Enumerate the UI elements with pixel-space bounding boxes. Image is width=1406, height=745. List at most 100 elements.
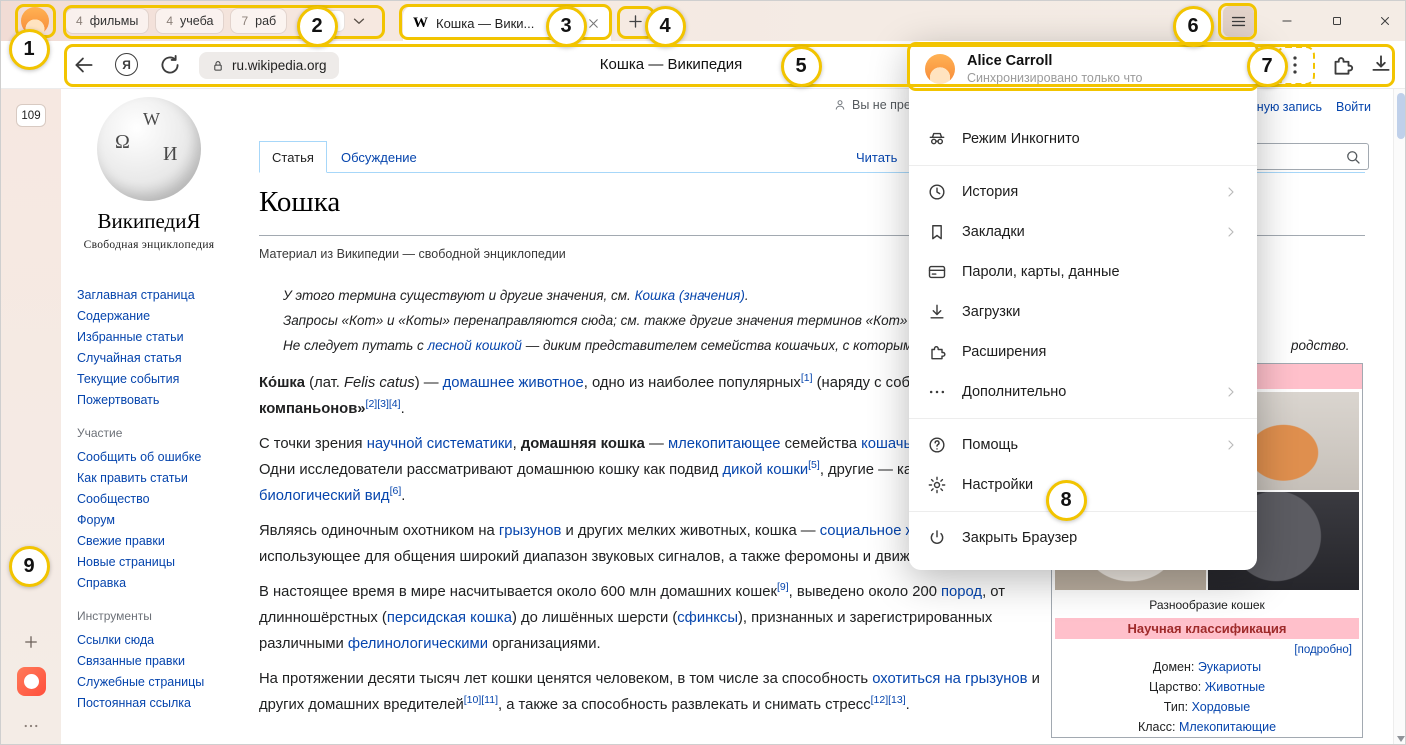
wiki-link[interactable]: грызунов <box>499 523 562 539</box>
wiki-nav-link[interactable]: Заглавная страница <box>77 285 249 306</box>
text-segment: ) до лишённых шерсти ( <box>512 610 677 626</box>
wiki-nav-link[interactable]: Постоянная ссылка <box>77 693 249 714</box>
maximize-button[interactable] <box>1323 7 1351 35</box>
login-link[interactable]: Войти <box>1336 100 1371 114</box>
new-tab-button[interactable] <box>626 12 645 31</box>
text-segment: , выведено около 200 <box>789 584 941 600</box>
wiki-nav-link[interactable]: Сообщество <box>77 489 249 510</box>
ref-link[interactable]: [5] <box>808 459 820 471</box>
profile-avatar[interactable] <box>21 7 49 35</box>
ref-link[interactable]: [6] <box>390 485 402 497</box>
wiki-nav-link[interactable]: Свежие правки <box>77 531 249 552</box>
menu-item-passwords[interactable]: Пароли, карты, данные <box>909 252 1257 292</box>
extensions-icon[interactable] <box>1329 52 1355 78</box>
wiki-link[interactable]: лесной кошкой <box>428 338 522 353</box>
details-link[interactable]: [подробно] <box>1052 641 1362 657</box>
wiki-link[interactable]: Кошка (значения) <box>635 288 745 303</box>
taxonomy-value-link[interactable]: Хордовые <box>1192 700 1251 714</box>
wiki-link[interactable]: научной систематики <box>367 436 513 452</box>
minimize-button[interactable] <box>1273 7 1301 35</box>
ref-link[interactable]: [12][13] <box>871 694 906 706</box>
browser-menu-button[interactable] <box>1223 6 1254 37</box>
wiki-link[interactable]: млекопитающее <box>668 436 781 452</box>
page-scrollbar[interactable] <box>1393 89 1406 745</box>
wiki-link[interactable]: домашнее животное <box>443 375 584 391</box>
ref-link[interactable]: [10][11] <box>464 694 498 706</box>
wiki-nav-link[interactable]: Новые страницы <box>77 552 249 573</box>
taxonomy-value-link[interactable]: Эукариоты <box>1198 660 1261 674</box>
taxonomy-row: Домен: Эукариоты <box>1052 657 1362 677</box>
downloads-icon <box>927 302 947 322</box>
wikipedia-logo[interactable]: Ω W И <box>97 97 201 201</box>
tab-group-chip[interactable]: 7раб <box>230 8 287 34</box>
wiki-nav-link[interactable]: Форум <box>77 510 249 531</box>
menu-item-more[interactable]: Дополнительно <box>909 372 1257 412</box>
power-icon <box>927 528 947 548</box>
ref-link[interactable]: [1] <box>801 372 813 384</box>
wiki-nav-link[interactable]: Сообщить об ошибке <box>77 447 249 468</box>
menu-item-incognito[interactable]: Режим Инкогнито <box>909 119 1257 159</box>
browser-window: 4фильмы4учеба7раб 1 W Кошка — Вики... Я <box>0 0 1406 745</box>
wiki-nav-link[interactable]: Как править статьи <box>77 468 249 489</box>
taxonomy-row: Класс: Млекопитающие <box>1052 717 1362 737</box>
wiki-link[interactable]: охотиться на грызунов <box>872 671 1027 687</box>
scrollbar-thumb[interactable] <box>1397 93 1405 139</box>
passwords-icon <box>927 262 947 282</box>
wiki-nav-link[interactable]: Случайная статья <box>77 348 249 369</box>
menu-divider <box>909 418 1257 419</box>
menu-item-settings[interactable]: Настройки <box>909 465 1257 505</box>
wiki-link[interactable]: пород <box>941 584 982 600</box>
downloads-button[interactable] <box>1368 52 1394 78</box>
wiki-nav-link[interactable]: Избранные статьи <box>77 327 249 348</box>
yandex-button[interactable]: Я <box>115 53 138 76</box>
wiki-link[interactable]: биологический вид <box>259 488 390 504</box>
tab-talk[interactable]: Обсуждение <box>329 141 429 173</box>
menu-item-downloads[interactable]: Загрузки <box>909 292 1257 332</box>
wiki-nav-link[interactable]: Содержание <box>77 306 249 327</box>
scrollbar-down-arrow[interactable] <box>1397 736 1405 742</box>
wiki-nav-link[interactable]: Текущие события <box>77 369 249 390</box>
chevron-down-icon[interactable] <box>350 12 368 30</box>
wikipedia-tagline: Свободная энциклопедия <box>61 239 237 251</box>
wiki-link[interactable]: фелинологическими <box>348 636 488 652</box>
menu-profile-row[interactable]: Alice Carroll Синхронизировано только чт… <box>909 41 1257 85</box>
alice-icon[interactable] <box>17 667 46 696</box>
back-button[interactable] <box>71 52 97 78</box>
close-window-button[interactable] <box>1371 7 1399 35</box>
tab-counter-badge[interactable]: 109 <box>16 104 46 127</box>
text-segment: С точки зрения <box>259 436 367 452</box>
menu-item-power[interactable]: Закрыть Браузер <box>909 518 1257 558</box>
site-subtitle: Материал из Википедии — свободной энцикл… <box>259 247 566 261</box>
close-tab-icon[interactable] <box>586 16 601 31</box>
sidebar-more-button[interactable] <box>22 717 40 735</box>
text-segment: Не следует путать с <box>283 338 428 353</box>
sidebar-add-button[interactable] <box>22 633 40 651</box>
active-tab[interactable]: W Кошка — Вики... <box>403 6 611 41</box>
ref-link[interactable]: [9] <box>777 581 789 593</box>
menu-item-label: История <box>962 184 1018 200</box>
tab-group-chip[interactable]: 4фильмы <box>65 8 149 34</box>
wiki-link[interactable]: персидская кошка <box>387 610 512 626</box>
tab-read[interactable]: Читать <box>844 141 909 173</box>
reload-button[interactable] <box>157 52 183 78</box>
taxonomy-value-link[interactable]: Животные <box>1205 680 1265 694</box>
wiki-link[interactable]: дикой кошки <box>723 462 809 478</box>
tab-groups-counter-badge[interactable]: 1 <box>323 10 345 32</box>
wiki-nav-link[interactable]: Справка <box>77 573 249 594</box>
menu-item-extensions[interactable]: Расширения <box>909 332 1257 372</box>
ref-link[interactable]: [2][3][4] <box>366 398 401 410</box>
search-icon[interactable] <box>1344 148 1362 166</box>
menu-item-help[interactable]: Помощь <box>909 425 1257 465</box>
kebab-menu-icon[interactable] <box>1282 52 1308 78</box>
menu-item-bookmarks[interactable]: Закладки <box>909 212 1257 252</box>
wiki-nav-link[interactable]: Ссылки сюда <box>77 630 249 651</box>
wiki-link[interactable]: сфинксы <box>677 610 738 626</box>
wiki-nav-link[interactable]: Пожертвовать <box>77 390 249 411</box>
menu-item-history[interactable]: История <box>909 172 1257 212</box>
wiki-nav-link[interactable]: Служебные страницы <box>77 672 249 693</box>
wiki-nav-link[interactable]: Связанные правки <box>77 651 249 672</box>
tab-article[interactable]: Статья <box>259 141 327 173</box>
address-bar[interactable]: ru.wikipedia.org <box>199 52 339 79</box>
tab-group-chip[interactable]: 4учеба <box>155 8 224 34</box>
taxonomy-value-link[interactable]: Млекопитающие <box>1179 720 1276 734</box>
